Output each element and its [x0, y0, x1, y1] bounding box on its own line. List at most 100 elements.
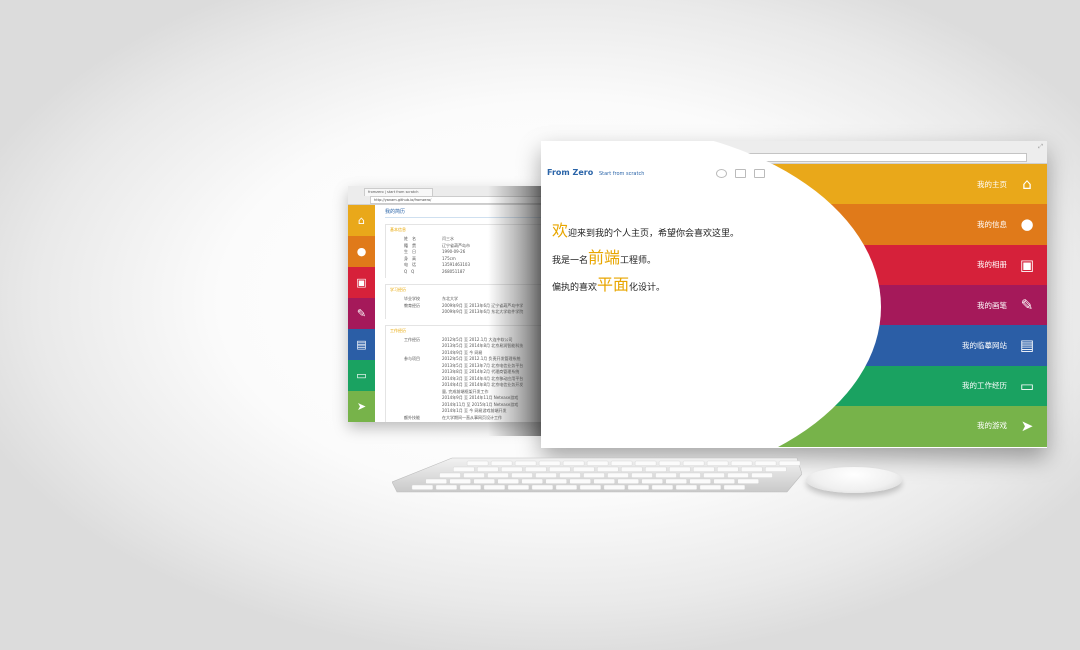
keyboard-key [610, 460, 633, 466]
film-icon: ▤ [1019, 336, 1035, 355]
mouse-image [806, 467, 902, 493]
keyboard-key [555, 484, 578, 490]
keyboard-key [621, 466, 643, 472]
menu-item[interactable]: 我的相册 ▣ [847, 245, 1047, 285]
user-icon: ● [1020, 215, 1034, 234]
keyboard-key [723, 484, 746, 490]
welcome-line-3: 偏执的喜欢平面化设计。 [552, 273, 739, 300]
keyboard-key [535, 472, 557, 478]
keyboard-key [483, 484, 506, 490]
back-sidebar-home[interactable]: ⌂ [348, 205, 375, 236]
welcome-line-2-post: 工程师。 [620, 256, 657, 266]
keyboard-key [473, 478, 495, 484]
keyboard-key [645, 466, 667, 472]
keyboard-key [435, 484, 458, 490]
resume-key [390, 309, 442, 316]
plane-icon: ➤ [1020, 416, 1034, 435]
menu-item-label: 我的画笔 [977, 300, 1007, 310]
keyboard-key [514, 460, 537, 466]
image-icon: ▣ [356, 276, 367, 289]
menu-item[interactable]: 我的主页 ⌂ [847, 164, 1047, 204]
keyboard-key [487, 472, 509, 478]
back-sidebar: ⌂ ● ▣ ✎ ▤ ▭ ➤ [348, 205, 375, 422]
home-icon: ⌂ [1022, 175, 1032, 194]
menu-item-label: 我的相册 [977, 260, 1007, 270]
keyboard-key [689, 478, 711, 484]
keyboard-key [669, 466, 691, 472]
welcome-line-1: 欢迎来到我的个人主页，希望你会喜欢这里。 [552, 219, 739, 246]
keyboard-key [617, 478, 639, 484]
keyboard-key [463, 472, 485, 478]
keyboard-key [411, 484, 434, 490]
keyboard-key [603, 484, 626, 490]
back-sidebar-film[interactable]: ▤ [348, 329, 375, 360]
menu-item[interactable]: 我的临摹网站 ▤ [847, 325, 1047, 365]
keyboard-key [545, 478, 567, 484]
back-sidebar-image[interactable]: ▣ [348, 267, 375, 298]
keyboard-key [675, 484, 698, 490]
keyboard-key [497, 478, 519, 484]
keyboard-key [562, 460, 585, 466]
keyboard-key [634, 460, 657, 466]
keyboard-key [627, 484, 650, 490]
keyboard-key [706, 460, 729, 466]
resume-key: 额外技能 [404, 414, 420, 420]
back-sidebar-plane[interactable]: ➤ [348, 391, 375, 422]
welcome-line-3-post: 化设计。 [629, 283, 666, 293]
welcome-line-2-pre: 我是一名 [552, 256, 589, 266]
keyboard-key [778, 460, 801, 466]
welcome-line-1-text: 迎来到我的个人主页，希望你会喜欢这里。 [568, 229, 740, 239]
keyboard-key [573, 466, 595, 472]
menu-item[interactable]: 我的游戏 ➤ [847, 406, 1047, 446]
keyboard-key [507, 484, 530, 490]
keyboard-key [559, 472, 581, 478]
keyboard-key [466, 460, 489, 466]
keyboard-key [593, 478, 615, 484]
keyboard-key [631, 472, 653, 478]
pencil-icon: ✎ [1020, 296, 1034, 315]
keyboard-key [521, 478, 543, 484]
keyboard-key [658, 460, 681, 466]
bag-icon[interactable] [754, 169, 765, 178]
folder-icon: ▭ [1019, 376, 1035, 395]
keyboard-key [679, 472, 701, 478]
resize-icon[interactable]: ⤢ [1038, 143, 1043, 151]
welcome-line-2-big: 前端 [588, 248, 621, 267]
home-icon: ⌂ [358, 214, 365, 227]
welcome-line-2: 我是一名前端工程师。 [552, 246, 739, 273]
main-menu: 我的主页 ⌂ 我的信息 ● 我的相册 ▣ 我的画笔 ✎ 我的临摹网站 ▤ 我的工作经历 ▭ 我的游戏 ➤ [847, 164, 1047, 446]
resume-key: Q Q [404, 268, 415, 274]
eye-icon[interactable] [716, 169, 727, 178]
menu-item[interactable]: 我的信息 ● [847, 204, 1047, 244]
showcase-scene: fromzero | start from scratch http://yan… [0, 0, 1080, 650]
keyboard-key [477, 466, 499, 472]
keyboard-image [392, 457, 802, 493]
menu-item-label: 我的临摹网站 [962, 340, 1007, 350]
front-screen: fromzero | start from scratch ◂ ▸ ↻ http… [541, 141, 1047, 448]
user-icon: ● [356, 245, 367, 258]
logo-subtitle: Start from scratch [598, 171, 645, 177]
menu-item[interactable]: 我的工作经历 ▭ [847, 365, 1047, 405]
menu-item[interactable]: 我的画笔 ✎ [847, 285, 1047, 325]
back-sidebar-user[interactable]: ● [348, 236, 375, 267]
keyboard-key [730, 460, 753, 466]
welcome-line-3-big: 平面 [597, 275, 630, 294]
keyboard-key [586, 460, 609, 466]
keyboard-key [713, 478, 735, 484]
keyboard-key [501, 466, 523, 472]
menu-item-label: 我的信息 [977, 219, 1007, 229]
keyboard-key [737, 478, 759, 484]
back-screen-shadow [488, 186, 548, 436]
briefcase-icon[interactable] [735, 169, 746, 178]
back-sidebar-folder[interactable]: ▭ [348, 360, 375, 391]
site-logo[interactable]: From Zero Start from scratch [547, 168, 644, 177]
image-icon: ▣ [1019, 255, 1035, 274]
keyboard-key [538, 460, 561, 466]
keyboard-key [717, 466, 739, 472]
keyboard-key [703, 472, 725, 478]
keyboard-key [641, 478, 663, 484]
back-sidebar-pencil[interactable]: ✎ [348, 298, 375, 329]
back-browser-tab[interactable]: fromzero | start from scratch [364, 188, 433, 196]
menu-item-label: 我的工作经历 [962, 381, 1007, 391]
keyboard-key [453, 466, 475, 472]
